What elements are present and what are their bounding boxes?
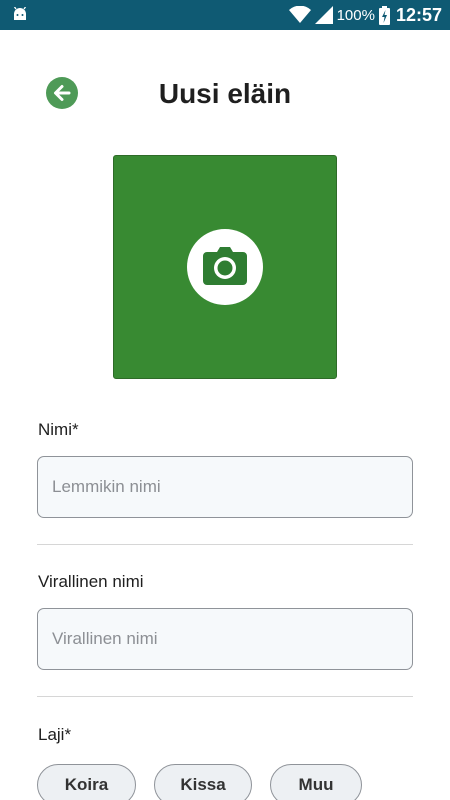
species-label: Laji* <box>38 725 72 744</box>
page-title: Uusi eläin <box>158 78 292 109</box>
divider <box>37 696 413 697</box>
clock: 12:57 <box>395 4 442 25</box>
species-chip-kissa[interactable]: Kissa <box>154 764 252 800</box>
wifi-icon <box>288 6 311 23</box>
species-chip-koira[interactable]: Koira <box>37 764 136 800</box>
android-icon <box>13 7 27 20</box>
camera-button[interactable] <box>187 229 263 305</box>
header: Uusi eläin <box>0 64 450 124</box>
divider <box>37 544 413 545</box>
status-bar: 100% 12:57 <box>0 0 450 30</box>
official-name-label: Virallinen nimi <box>38 572 144 591</box>
battery-percentage: 100% <box>336 6 375 24</box>
camera-icon <box>203 247 247 285</box>
official-name-input[interactable] <box>37 608 413 670</box>
name-label: Nimi* <box>38 420 79 439</box>
name-input[interactable] <box>37 456 413 518</box>
photo-picker[interactable] <box>113 155 337 379</box>
battery-charging-icon <box>378 5 390 25</box>
signal-icon <box>314 6 333 24</box>
species-chip-muu[interactable]: Muu <box>270 764 362 800</box>
species-chip-group: Koira Kissa Muu <box>37 764 362 800</box>
